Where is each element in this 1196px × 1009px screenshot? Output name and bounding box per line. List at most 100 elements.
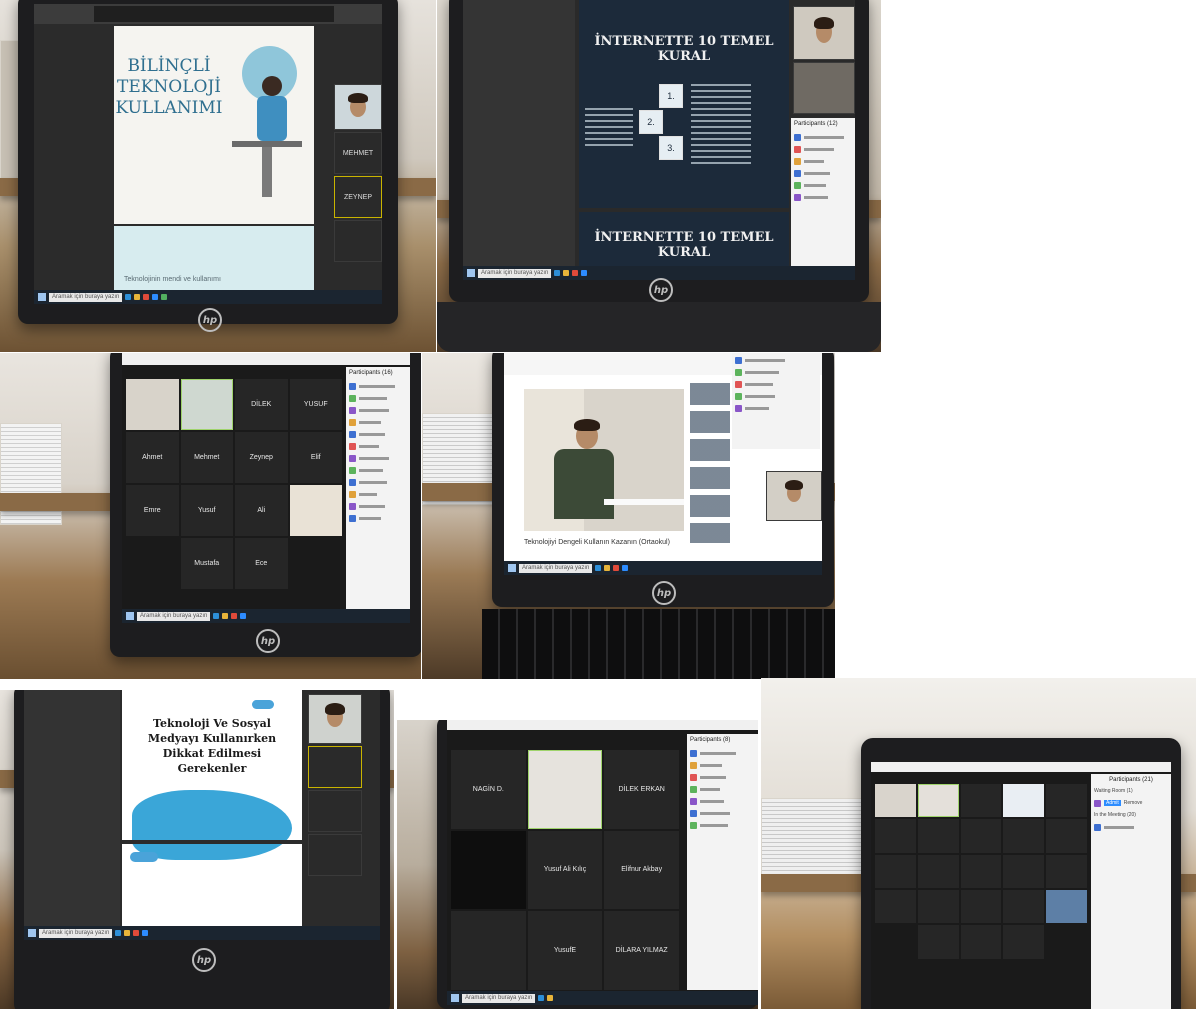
folder-icon[interactable] <box>604 565 610 571</box>
remove-button[interactable]: Remove <box>1124 800 1143 806</box>
video-tile-teacher <box>334 84 382 130</box>
windows-start-icon[interactable] <box>467 269 475 277</box>
video-tile-participant: MEHMET <box>334 132 382 174</box>
gallery-tile <box>289 538 342 589</box>
zoom-video-icon[interactable] <box>622 565 628 571</box>
taskbar-search[interactable]: Aramak için buraya yazın <box>39 928 112 938</box>
book-stack <box>761 798 873 880</box>
participant-row[interactable] <box>349 501 407 511</box>
folder-icon[interactable] <box>124 930 130 936</box>
video-tile-participant: ZEYNEP <box>334 176 382 218</box>
slide-bilincli: BİLİNÇLİ TEKNOLOJİ KULLANIMI <box>114 26 314 224</box>
waiting-room-label: Waiting Room (1) <box>1094 788 1133 794</box>
participant-row[interactable] <box>735 391 817 401</box>
taskbar: Aramak için buraya yazın <box>34 290 382 304</box>
taskbar-search[interactable]: Aramak için buraya yazın <box>462 993 535 1003</box>
participant-row[interactable] <box>349 465 407 475</box>
taskbar-search[interactable]: Aramak için buraya yazın <box>478 268 551 278</box>
laptop-screen: NAGİN D. DİLEK ERKAN Yusuf Ali Kılıç Eli… <box>447 720 758 1005</box>
zoom-video-icon[interactable] <box>142 930 148 936</box>
step-box-1: 1. <box>659 84 683 108</box>
participant-row[interactable] <box>794 192 852 202</box>
participant-row[interactable] <box>794 180 852 190</box>
edge-icon[interactable] <box>125 294 131 300</box>
participant-row[interactable] <box>735 355 817 365</box>
zoom-video-icon[interactable] <box>152 294 158 300</box>
participant-row[interactable] <box>349 381 407 391</box>
chrome-icon[interactable] <box>613 565 619 571</box>
participant-row[interactable] <box>690 796 755 806</box>
participant-row[interactable] <box>794 132 852 142</box>
edge-icon[interactable] <box>213 613 219 619</box>
app-icon[interactable] <box>161 294 167 300</box>
edge-icon[interactable] <box>115 930 121 936</box>
windows-start-icon[interactable] <box>508 564 516 572</box>
participant-row[interactable] <box>735 367 817 377</box>
admit-button[interactable]: Admit <box>1104 800 1121 806</box>
gallery-tile <box>875 854 916 888</box>
participant-row[interactable] <box>349 453 407 463</box>
windows-start-icon[interactable] <box>126 612 134 620</box>
waiting-row[interactable]: Admit Remove <box>1094 798 1168 808</box>
gallery-tile <box>917 819 959 853</box>
photo-1: BİLİNÇLİ TEKNOLOJİ KULLANIMI Teknolojini… <box>0 0 436 352</box>
participant-row[interactable] <box>349 405 407 415</box>
participant-row[interactable] <box>794 156 852 166</box>
windows-start-icon[interactable] <box>451 994 459 1002</box>
panel-title: Participants (12) <box>794 121 838 127</box>
participant-row[interactable] <box>794 168 852 178</box>
folder-icon[interactable] <box>134 294 140 300</box>
participant-row[interactable] <box>349 489 407 499</box>
gallery-tile: Yusuf Ali Kılıç <box>527 830 603 910</box>
participant-row[interactable] <box>690 772 755 782</box>
chrome-icon[interactable] <box>572 270 578 276</box>
folder-icon[interactable] <box>222 613 228 619</box>
participant-row[interactable] <box>690 760 755 770</box>
hp-logo-icon: hp <box>256 629 280 653</box>
zoom-video-icon[interactable] <box>581 270 587 276</box>
hp-logo-icon: hp <box>652 581 676 605</box>
participant-row[interactable] <box>349 429 407 439</box>
chrome-icon[interactable] <box>133 930 139 936</box>
participant-row[interactable] <box>1094 822 1168 832</box>
participant-row[interactable] <box>349 417 407 427</box>
video-tile-teacher <box>308 694 362 744</box>
chrome-icon[interactable] <box>231 613 237 619</box>
laptop-7: Participants (21) Waiting Room (1) Admit… <box>861 738 1181 1009</box>
folder-icon[interactable] <box>547 995 553 1001</box>
participant-row[interactable] <box>690 808 755 818</box>
participant-row[interactable] <box>349 477 407 487</box>
gallery-tile <box>960 925 1002 959</box>
windows-start-icon[interactable] <box>28 929 36 937</box>
participant-row[interactable] <box>735 403 817 413</box>
windows-start-icon[interactable] <box>38 293 46 301</box>
gallery-tile <box>960 889 1002 924</box>
zoom-video-icon[interactable] <box>240 613 246 619</box>
chrome-icon[interactable] <box>143 294 149 300</box>
taskbar: Aramak için buraya yazın <box>24 926 380 940</box>
edge-icon[interactable] <box>554 270 560 276</box>
folder-icon[interactable] <box>563 270 569 276</box>
gallery-tile <box>1003 819 1045 853</box>
participant-row[interactable] <box>794 144 852 154</box>
participant-row[interactable] <box>690 820 755 830</box>
photo-6: NAGİN D. DİLEK ERKAN Yusuf Ali Kılıç Eli… <box>397 720 758 1009</box>
participant-row[interactable] <box>690 748 755 758</box>
video-tile-child <box>793 62 855 114</box>
laptop-screen: Teknolojiyi Dengeli Kullanın Kazanın (Or… <box>504 353 822 575</box>
taskbar-search[interactable]: Aramak için buraya yazın <box>49 292 122 302</box>
photo-7: Participants (21) Waiting Room (1) Admit… <box>761 678 1196 1009</box>
participant-row[interactable] <box>690 784 755 794</box>
participant-row[interactable] <box>349 513 407 523</box>
gallery-tile <box>875 889 916 924</box>
participant-row[interactable] <box>735 379 817 389</box>
taskbar-search[interactable]: Aramak için buraya yazın <box>519 563 592 573</box>
edge-icon[interactable] <box>595 565 601 571</box>
gallery-tile: Mustafa <box>180 538 233 589</box>
edge-icon[interactable] <box>538 995 544 1001</box>
gallery-tile <box>1046 854 1087 888</box>
participant-row[interactable] <box>349 393 407 403</box>
participant-row[interactable] <box>349 441 407 451</box>
water-illustration <box>132 790 292 860</box>
taskbar-search[interactable]: Aramak için buraya yazın <box>137 611 210 621</box>
